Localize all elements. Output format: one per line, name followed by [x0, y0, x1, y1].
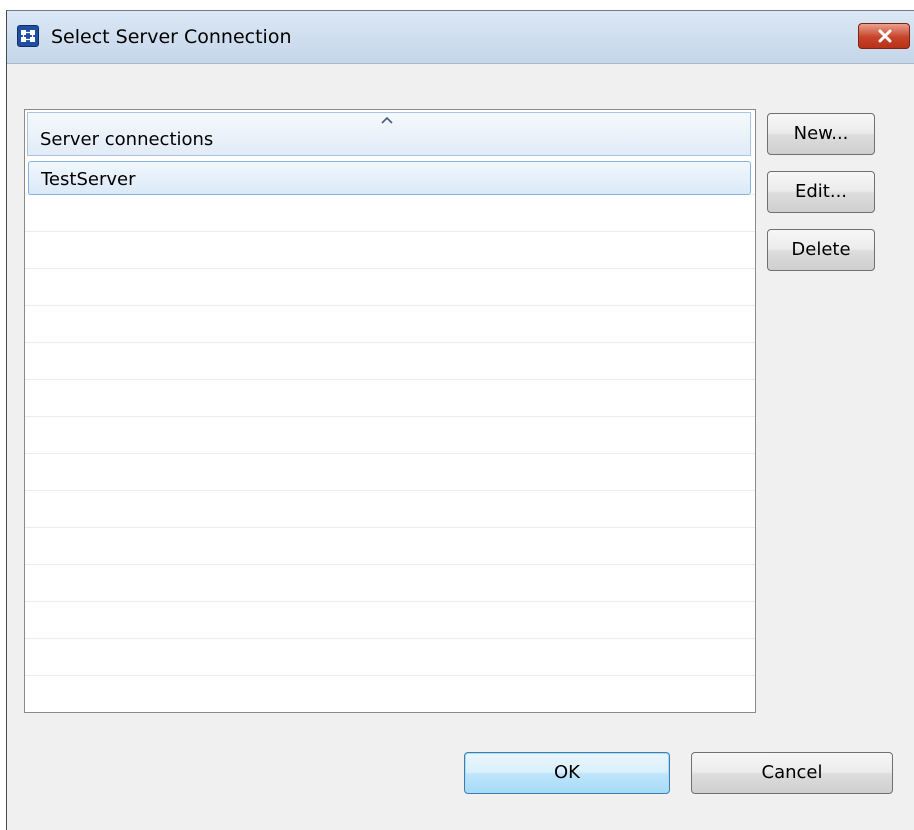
column-header-label: Server connections — [40, 129, 214, 150]
edit-button[interactable]: Edit... — [767, 171, 875, 213]
new-button[interactable]: New... — [767, 113, 875, 155]
dialog-window: Select Server Connection Server connecti… — [6, 10, 914, 830]
column-header-server-connections[interactable]: Server connections — [27, 112, 751, 156]
title-bar[interactable]: Select Server Connection — [7, 11, 914, 64]
server-app-icon — [17, 25, 39, 47]
list-row-lines — [25, 158, 755, 712]
ok-button[interactable]: OK — [464, 752, 670, 794]
delete-button[interactable]: Delete — [767, 229, 875, 271]
sort-ascending-icon — [381, 116, 393, 124]
cancel-button[interactable]: Cancel — [691, 752, 893, 794]
list-item[interactable]: TestServer — [28, 161, 751, 195]
close-button[interactable] — [858, 23, 910, 49]
close-icon — [878, 29, 892, 43]
server-connections-list[interactable]: Server connections TestServer — [24, 109, 756, 713]
list-item-label: TestServer — [41, 169, 136, 190]
window-title: Select Server Connection — [51, 26, 292, 48]
